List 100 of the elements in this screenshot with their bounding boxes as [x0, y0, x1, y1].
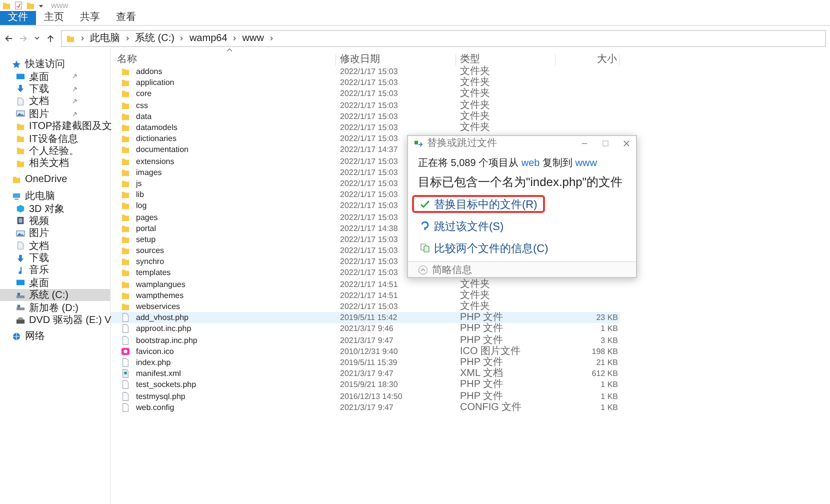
sort-caret-icon [226, 48, 233, 52]
sidebar-item[interactable]: 下载 [0, 82, 110, 96]
details-toggle[interactable]: 简略信息 [432, 262, 472, 276]
dropdown-icon[interactable] [38, 2, 44, 8]
ribbon-tab[interactable]: 文件 [0, 11, 36, 25]
sidebar-item[interactable]: ITOP搭建截图及文 [0, 120, 110, 132]
chevron-right-icon[interactable] [268, 36, 274, 40]
sidebar-item[interactable]: 快速访问 [0, 58, 110, 70]
file-row[interactable]: wamplangues 2022/1/17 14:51 文件夹 [111, 278, 620, 290]
column-header[interactable]: 大小 [556, 54, 620, 66]
file-row[interactable]: datamodels 2022/1/17 15:03 文件夹 [111, 122, 620, 134]
file-type: 文件夹 [460, 110, 490, 122]
file-size: 1 KB [600, 324, 618, 334]
sidebar-item[interactable]: 3D 对象 [0, 202, 110, 215]
breadcrumb[interactable]: 此电脑 [90, 31, 120, 45]
file-name: webservices [136, 301, 180, 312]
sidebar-item[interactable]: 网络 [0, 330, 110, 343]
ribbon-tab[interactable]: 共享 [72, 11, 108, 25]
chevron-right-icon[interactable] [232, 36, 238, 40]
option-button[interactable]: 替换目标中的文件(R) [412, 195, 546, 213]
file-type: 文件夹 [460, 301, 490, 312]
option-button[interactable]: 跳过该文件(S) [412, 217, 512, 235]
sidebar-item[interactable]: 文档 [0, 95, 110, 108]
file-row[interactable]: testmysql.php 2016/12/13 14:50 PHP 文件 1 KB [111, 390, 620, 402]
chevron-down-icon[interactable] [34, 35, 40, 41]
ribbon-tab[interactable]: 主页 [36, 11, 72, 25]
file-name: approot.inc.php [136, 323, 192, 334]
file-type: PHP 文件 [460, 334, 504, 346]
file-size: 23 KB [596, 313, 618, 322]
file-name: dictionaries [136, 133, 176, 144]
modified-date: 2022/1/17 14:51 [340, 290, 398, 300]
file-row[interactable]: manifest.xml 2021/3/17 9:47 XML 文档 612 KB [111, 368, 620, 380]
file-row[interactable]: addons 2022/1/17 15:03 文件夹 [111, 66, 620, 78]
address-bar[interactable]: 此电脑 系统 (C:) wamp64 www [61, 30, 826, 46]
file-row[interactable]: index.php 2019/5/11 15:39 PHP 文件 21 KB [111, 356, 620, 368]
column-header[interactable]: 类型 [456, 54, 556, 66]
column-header[interactable]: 名称 [111, 54, 336, 66]
chevron-right-icon[interactable] [125, 36, 130, 40]
file-row[interactable]: web.config 2021/3/17 9:47 CONFIG 文件 1 KB [111, 402, 620, 413]
chevron-right-icon[interactable] [80, 36, 85, 40]
sidebar-item[interactable]: 图片 [0, 108, 110, 120]
file-row[interactable]: css 2022/1/17 15:03 文件夹 [111, 100, 620, 111]
breadcrumb[interactable]: www [242, 32, 264, 44]
sidebar-item[interactable]: 此电脑 [0, 190, 110, 202]
sidebar-item[interactable]: IT设备信息 [0, 132, 110, 145]
file-row[interactable]: webservices 2022/1/17 15:03 文件夹 [111, 300, 620, 312]
modified-date: 2022/1/17 15:03 [340, 268, 398, 278]
target-link[interactable]: www [575, 158, 597, 169]
file-row[interactable]: test_sockets.php 2015/9/21 18:30 PHP 文件 1 KB [111, 379, 620, 390]
column-header[interactable]: 修改日期 [336, 54, 456, 66]
ribbon-tab[interactable]: 查看 [108, 11, 144, 25]
up-arrow-icon[interactable] [46, 34, 55, 42]
file-row[interactable]: wampthemes 2022/1/17 14:51 文件夹 [111, 290, 620, 301]
sidebar-item[interactable]: 图片 [0, 227, 110, 240]
file-row[interactable]: add_vhost.php 2019/5/11 15:42 PHP 文件 23 KB [111, 312, 620, 324]
file-name: web.config [136, 402, 174, 413]
sidebar-item[interactable]: 文档 [0, 239, 110, 252]
modified-date: 2016/12/13 14:50 [340, 392, 402, 401]
network-icon [12, 332, 21, 341]
file-name: css [136, 100, 148, 111]
file-row[interactable]: approot.inc.php 2021/3/17 9:46 PHP 文件 1 KB [111, 323, 620, 334]
modified-date: 2022/1/17 15:03 [340, 212, 398, 222]
file-row[interactable]: bootstrap.inc.php 2021/3/17 9:47 PHP 文件 3 KB [111, 334, 620, 346]
sidebar-item[interactable]: 桌面 [0, 70, 110, 83]
sidebar-item[interactable]: 相关文档 [0, 157, 110, 170]
file-type: PHP 文件 [460, 312, 504, 324]
file-size: 21 KB [596, 358, 618, 367]
sidebar-item[interactable]: OneDrive [0, 174, 110, 186]
file-row[interactable]: favicon.ico 2010/12/31 9:40 ICO 图片文件 198 KB [111, 346, 620, 357]
option-button[interactable]: 比较两个文件的信息(C) [412, 239, 556, 257]
file-type: PHP 文件 [460, 379, 504, 390]
sidebar-item[interactable]: 桌面 [0, 276, 110, 290]
sidebar-item[interactable]: DVD 驱动器 (E:) V [0, 314, 110, 326]
file-name: documentation [136, 144, 188, 156]
window-title: www [51, 1, 68, 10]
sidebar-item[interactable]: 下载 [0, 252, 110, 264]
modified-date: 2022/1/17 15:03 [340, 134, 398, 144]
back-arrow-icon[interactable] [4, 34, 13, 42]
drive-icon [16, 303, 25, 312]
close-icon[interactable] [623, 140, 630, 146]
file-row[interactable]: application 2022/1/17 15:03 文件夹 [111, 77, 620, 88]
dvd-drive-icon [16, 316, 25, 324]
sidebar-item[interactable]: 系统 (C:) [0, 289, 110, 302]
file-type: 文件夹 [460, 290, 490, 301]
sidebar-item[interactable]: 视频 [0, 214, 110, 228]
sidebar-item[interactable]: 新加卷 (D:) [0, 301, 110, 314]
file-name: bootstrap.inc.php [136, 334, 198, 346]
sidebar-item[interactable]: 个人经验。 [0, 144, 110, 158]
modified-date: 2022/1/17 15:03 [340, 89, 398, 98]
file-type: 文件夹 [460, 122, 490, 134]
chevron-right-icon[interactable] [179, 36, 184, 40]
desktop-icon [16, 72, 25, 82]
documents-icon [420, 243, 430, 253]
file-row[interactable]: core 2022/1/17 15:03 文件夹 [111, 88, 620, 100]
breadcrumb[interactable]: wamp64 [189, 32, 228, 44]
properties-icon[interactable] [14, 1, 23, 10]
file-row[interactable]: data 2022/1/17 15:03 文件夹 [111, 110, 620, 122]
breadcrumb[interactable]: 系统 (C:) [135, 31, 174, 45]
sidebar-item[interactable]: 音乐 [0, 264, 110, 277]
source-link[interactable]: web [521, 158, 540, 169]
